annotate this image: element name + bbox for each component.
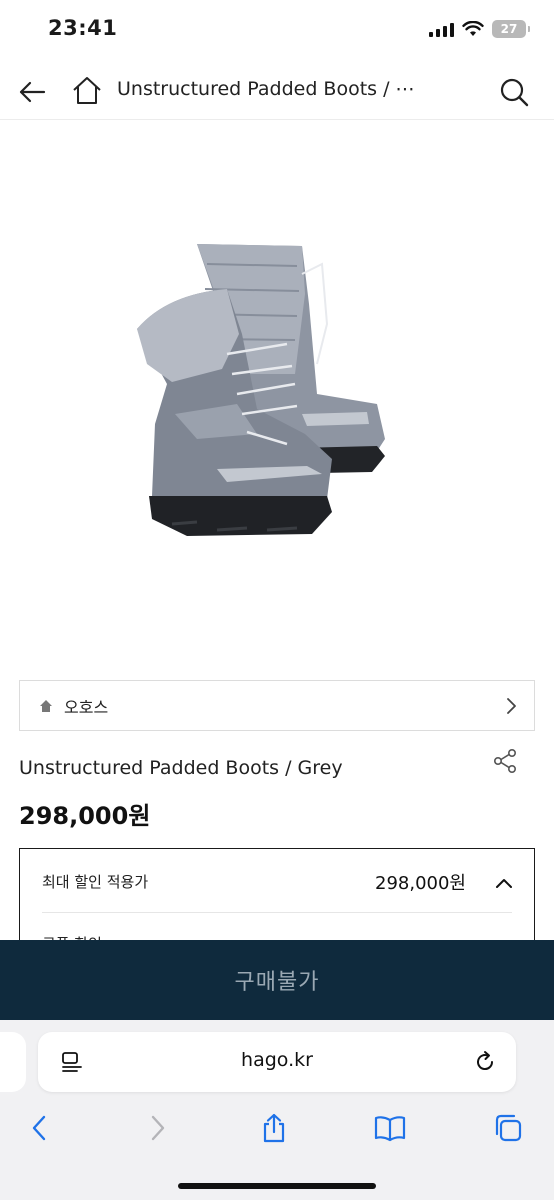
cellular-signal-icon: [429, 21, 454, 37]
brand-name: 오호스: [64, 697, 109, 717]
brand-home-icon: [40, 699, 52, 712]
product-image: [0, 121, 554, 666]
max-discount-price: 298,000원: [375, 873, 466, 894]
status-bar: 23:41 27: [0, 0, 554, 60]
chevron-up-icon[interactable]: [494, 873, 514, 893]
home-icon[interactable]: [70, 74, 104, 108]
page-title: Unstructured Padded Boots / ⋯: [117, 78, 415, 100]
purchase-button-label: 구매불가: [234, 970, 320, 995]
max-discount-label: 최대 할인 적용가: [42, 873, 149, 891]
battery-level: 27: [500, 22, 518, 36]
share-icon[interactable]: [492, 748, 518, 774]
share-button[interactable]: [254, 1108, 294, 1148]
chevron-left-icon: [32, 1115, 46, 1141]
tabs-button[interactable]: [488, 1108, 528, 1148]
browser-toolbar: hago.kr: [0, 1020, 554, 1200]
book-icon: [374, 1116, 406, 1142]
boots-image: [137, 243, 385, 536]
reload-icon[interactable]: [472, 1049, 498, 1075]
wifi-icon: [462, 21, 484, 36]
product-price: 298,000원: [19, 802, 151, 830]
product-name: Unstructured Padded Boots / Grey: [19, 757, 343, 779]
status-time: 23:41: [48, 16, 118, 40]
brand-link[interactable]: 오호스: [19, 680, 535, 731]
back-arrow-icon[interactable]: [16, 76, 48, 108]
battery-icon: 27: [492, 20, 530, 38]
nav-bar: Unstructured Padded Boots / ⋯: [0, 60, 554, 120]
status-icons: 27: [429, 20, 530, 38]
home-indicator: [178, 1183, 376, 1189]
chevron-right-icon: [151, 1115, 165, 1141]
tabs-icon: [495, 1114, 522, 1142]
purchase-unavailable-button[interactable]: 구매불가: [0, 940, 554, 1020]
share-sheet-icon: [263, 1113, 285, 1143]
address-bar[interactable]: hago.kr: [38, 1032, 516, 1092]
browser-forward-button[interactable]: [138, 1108, 178, 1148]
chevron-right-icon: [507, 697, 516, 714]
search-icon[interactable]: [498, 76, 530, 108]
divider: [42, 912, 512, 913]
url-text: hago.kr: [241, 1049, 313, 1071]
bookmarks-button[interactable]: [370, 1108, 410, 1148]
browser-back-button[interactable]: [19, 1108, 59, 1148]
previous-tab-preview[interactable]: [0, 1032, 26, 1092]
